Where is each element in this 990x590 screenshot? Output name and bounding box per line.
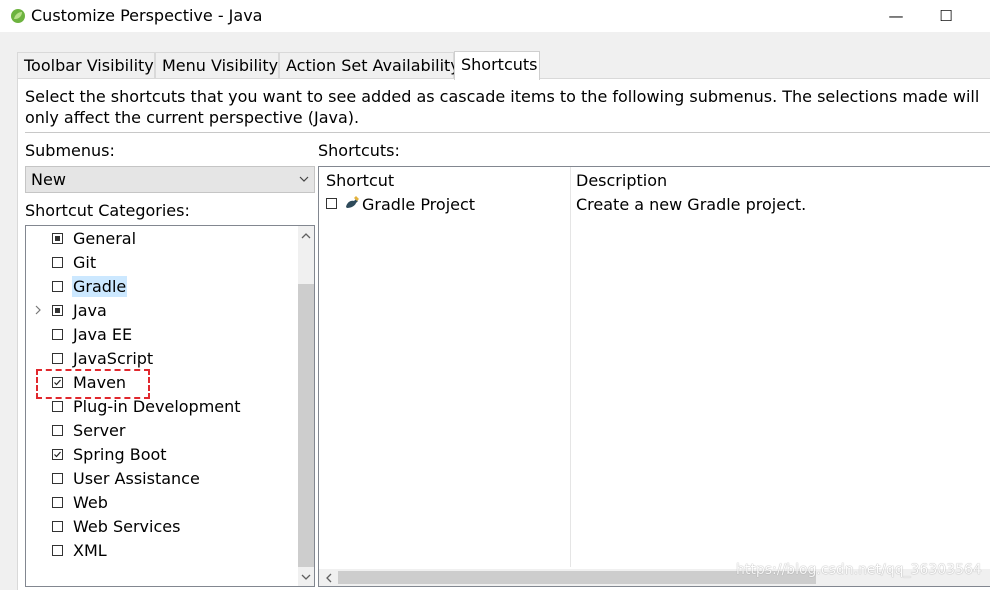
shortcut-categories-label: Shortcut Categories: [25,201,190,220]
column-header-shortcut[interactable]: Shortcut [326,171,394,191]
checkmark-icon [54,451,61,458]
title-bar: Customize Perspective - Java — ☐ [0,0,990,32]
category-item[interactable]: General [26,227,298,251]
checkbox-unchecked[interactable] [52,281,63,292]
gradle-icon [346,196,359,208]
column-divider [570,167,571,567]
category-item[interactable]: Spring Boot [26,443,298,467]
category-label: User Assistance [73,469,200,488]
category-item[interactable]: Java EE [26,323,298,347]
shortcut-categories-tree[interactable]: XML Web Services Web User Assistance Spring … [25,225,315,587]
checkbox-unchecked[interactable] [52,353,63,364]
tab-label: Menu Visibility [162,56,279,75]
tab-action-set-availability[interactable]: Action Set Availability [279,52,460,78]
chevron-right-icon[interactable] [34,305,42,315]
minimize-button[interactable]: — [873,0,919,32]
watermark-text: https://blog.csdn.net/qq_36303564 [736,562,982,578]
category-item[interactable]: XML [26,539,298,563]
checkbox-partial[interactable] [52,233,63,244]
category-item[interactable]: Server [26,419,298,443]
checkbox-unchecked[interactable] [52,521,63,532]
checkbox-partial[interactable] [52,305,63,316]
category-label: Web [73,493,108,512]
scroll-left-icon[interactable] [321,570,337,586]
checkbox-checked[interactable] [52,449,63,460]
submenus-dropdown[interactable]: New [25,166,315,193]
tab-menu-visibility[interactable]: Menu Visibility [155,52,279,78]
spring-leaf-icon [11,9,25,23]
category-label: Java [73,301,107,320]
instructions-text: Select the shortcuts that you want to se… [25,87,980,127]
checkbox-unchecked[interactable] [52,257,63,268]
checkbox-unchecked[interactable] [52,425,63,436]
shortcut-description-cell: Create a new Gradle project. [576,195,807,214]
category-item[interactable]: Java [26,299,298,323]
category-item[interactable]: User Assistance [26,467,298,491]
category-label: XML [73,541,107,560]
checkbox-unchecked[interactable] [52,497,63,508]
submenus-label: Submenus: [25,141,115,160]
maximize-button[interactable]: ☐ [923,0,969,32]
submenus-selected-value: New [31,170,66,189]
category-label: Gradle [72,276,128,297]
scroll-up-icon[interactable] [298,228,314,244]
column-header-description[interactable]: Description [576,171,667,191]
category-label: Plug-in Development [73,397,241,416]
shortcut-row-checkbox[interactable] [326,198,337,209]
shortcuts-table[interactable]: Shortcut Description Gradle Project Crea… [318,166,990,587]
category-label: Git [73,253,97,272]
tab-label: Shortcuts [461,55,538,74]
checkbox-unchecked[interactable] [52,545,63,556]
tab-strip: Toolbar Visibility Menu Visibility Actio… [0,32,990,80]
chevron-down-icon [299,176,309,182]
category-item[interactable]: Web Services [26,515,298,539]
maven-highlight-box [36,369,150,399]
checkbox-unchecked[interactable] [52,329,63,340]
shortcut-name-cell[interactable]: Gradle Project [362,195,475,215]
tab-label: Action Set Availability [286,56,460,75]
category-label: Web Services [73,517,181,536]
checkbox-unchecked[interactable] [52,401,63,412]
tab-shortcuts[interactable]: Shortcuts [454,51,540,80]
window-title: Customize Perspective - Java [31,6,263,25]
category-label: JavaScript [73,349,154,368]
scrollbar-thumb[interactable] [298,284,314,567]
category-label: Server [73,421,126,440]
shortcuts-label: Shortcuts: [318,141,400,160]
scroll-down-icon[interactable] [298,569,314,585]
category-label: General [73,229,137,248]
tab-label: Toolbar Visibility [24,56,154,75]
category-label: Spring Boot [73,445,167,464]
separator [25,132,990,133]
category-item[interactable]: Web [26,491,298,515]
category-item[interactable]: Gradle [26,275,298,299]
category-label: Java EE [73,325,133,344]
category-item[interactable]: Git [26,251,298,275]
checkbox-unchecked[interactable] [52,473,63,484]
tab-toolbar-visibility[interactable]: Toolbar Visibility [17,52,155,78]
category-item[interactable]: JavaScript [26,347,298,371]
